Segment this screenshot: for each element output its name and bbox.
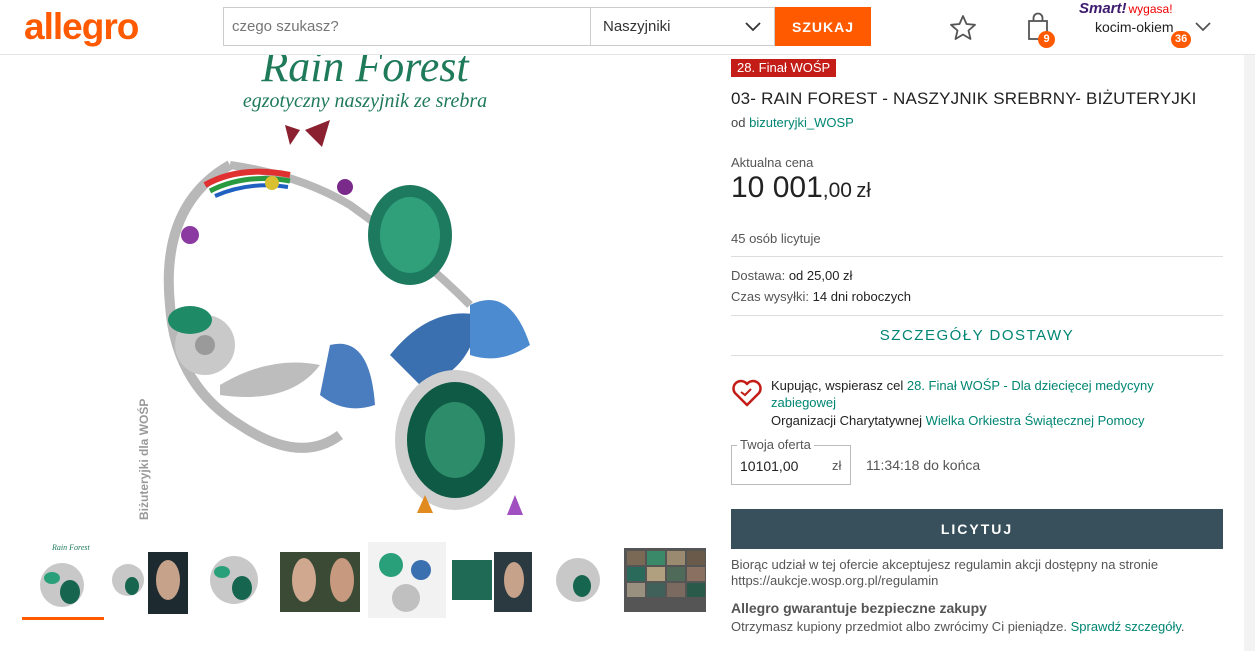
- smart-expiry-text: wygasa!: [1128, 2, 1173, 16]
- search-button[interactable]: SZUKAJ: [775, 7, 871, 46]
- category-select[interactable]: Naszyjniki: [590, 7, 775, 46]
- image-title: Rain Forest: [260, 55, 470, 91]
- scrollbar[interactable]: [1244, 55, 1255, 651]
- thumbnail-7[interactable]: [538, 540, 620, 620]
- username[interactable]: kocim-okiem: [1095, 19, 1174, 35]
- price-cents: ,00: [822, 179, 852, 202]
- dispatch-value: 14 dni roboczych: [812, 289, 911, 304]
- chevron-down-icon[interactable]: [1194, 20, 1212, 34]
- thumbnail-5[interactable]: [366, 540, 448, 620]
- thumbnail-1[interactable]: Rain Forest: [22, 540, 104, 620]
- svg-text:Rain Forest: Rain Forest: [51, 543, 90, 552]
- cart-count-badge: 9: [1038, 31, 1055, 48]
- delivery-cost: Dostawa: od 25,00 zł: [731, 268, 852, 283]
- charity-prefix: Kupując, wspierasz cel: [771, 378, 904, 393]
- divider: [731, 256, 1223, 257]
- smart-label: Smart!: [1079, 0, 1127, 17]
- thumbnail-4[interactable]: [280, 540, 362, 620]
- offer-label: Twoja oferta: [737, 437, 814, 452]
- dispatch-label: Czas wysyłki:: [731, 289, 810, 304]
- thumbnail-2[interactable]: [108, 540, 190, 620]
- guarantee-end: .: [1180, 619, 1185, 634]
- notification-badge: 36: [1171, 31, 1192, 48]
- chevron-down-icon: [745, 21, 761, 31]
- heart-icon: [732, 379, 762, 407]
- price-currency: zł: [856, 180, 871, 202]
- guarantee-details-link[interactable]: Sprawdź szczegóły: [1071, 619, 1181, 634]
- image-subtitle: egzotyczny naszyjnik ze srebra: [243, 90, 487, 112]
- category-value: Naszyjniki: [603, 18, 671, 35]
- price-main: 10 001: [731, 171, 823, 204]
- offer-currency: zł: [832, 458, 842, 473]
- org-link[interactable]: Wielka Orkiestra Świątecznej Pomocy: [926, 413, 1145, 428]
- bidders-count: 45 osób licytuje: [731, 231, 821, 246]
- price-label: Aktualna cena: [731, 155, 814, 170]
- seller-line: od bizuteryjki_WOSP: [731, 115, 854, 130]
- current-price: 10 001,00 zł: [731, 171, 871, 205]
- smart-status[interactable]: Smart! wygasa!: [1079, 0, 1173, 17]
- image-watermark: Biżuteryjki dla WOŚP: [136, 399, 151, 520]
- top-header: allegro Naszyjniki SZUKAJ 9 Smart!wygasa…: [0, 0, 1255, 55]
- star-icon[interactable]: [948, 13, 978, 43]
- guarantee-body: Otrzymasz kupiony przedmiot albo zwrócim…: [731, 619, 1067, 634]
- delivery-label: Dostawa:: [731, 268, 786, 283]
- seller-link[interactable]: bizuteryjki_WOSP: [749, 115, 854, 130]
- dispatch-time: Czas wysyłki: 14 dni roboczych: [731, 289, 911, 304]
- terms-text: Biorąc udział w tej ofercie akceptujesz …: [731, 557, 1159, 588]
- delivery-details-button[interactable]: SZCZEGÓŁY DOSTAWY: [731, 318, 1223, 354]
- product-title: 03- RAIN FOREST - NASZYJNIK SREBRNY- BIŻ…: [731, 89, 1197, 108]
- wosp-badge: 28. Finał WOŚP: [731, 59, 837, 77]
- thumbnail-strip: Rain Forest: [22, 540, 712, 624]
- divider: [731, 355, 1223, 356]
- thumbnail-3[interactable]: [194, 540, 276, 620]
- org-prefix: Organizacji Charytatywnej: [771, 413, 923, 428]
- guarantee-text: Otrzymasz kupiony przedmiot albo zwrócim…: [731, 619, 1185, 634]
- charity-info: Kupując, wspierasz cel 28. Finał WOŚP - …: [771, 377, 1211, 411]
- bid-button[interactable]: LICYTUJ: [731, 509, 1223, 549]
- offer-input[interactable]: [740, 458, 820, 474]
- product-main-image[interactable]: Rain Forest egzotyczny naszyjnik ze sreb…: [0, 55, 715, 535]
- guarantee-title: Allegro gwarantuje bezpieczne zakupy: [731, 600, 987, 616]
- delivery-value: od 25,00 zł: [788, 268, 853, 283]
- seller-prefix: od: [731, 115, 746, 130]
- thumbnail-6[interactable]: [452, 540, 534, 620]
- search-input[interactable]: [223, 7, 590, 46]
- organization-info: Organizacji Charytatywnej Wielka Orkiest…: [771, 413, 1145, 428]
- divider: [731, 315, 1223, 316]
- necklace-image: Rain Forest egzotyczny naszyjnik ze sreb…: [136, 55, 530, 520]
- thumbnail-8[interactable]: [624, 540, 706, 620]
- allegro-logo[interactable]: allegro: [24, 6, 139, 48]
- search-bar: Naszyjniki SZUKAJ: [223, 7, 871, 46]
- auction-countdown: 11:34:18 do końca: [866, 457, 981, 473]
